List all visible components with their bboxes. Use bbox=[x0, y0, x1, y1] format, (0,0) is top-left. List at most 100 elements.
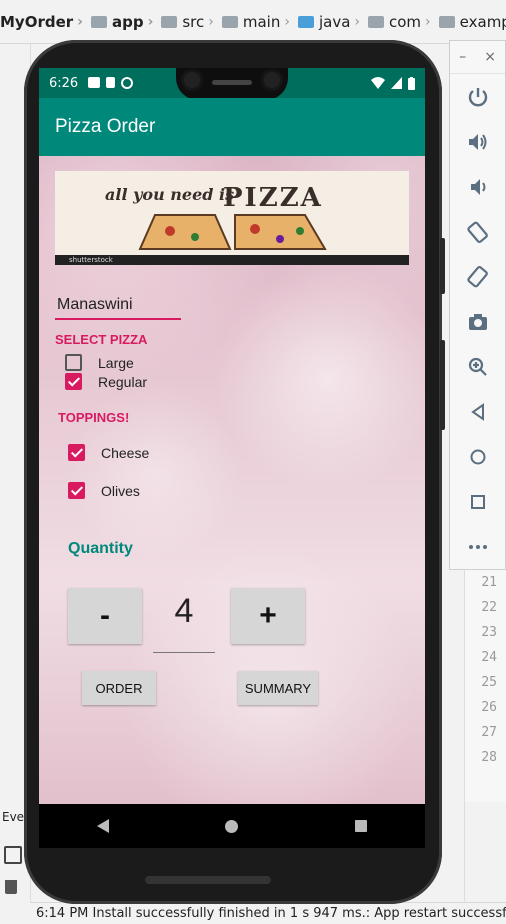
breadcrumb-label: java bbox=[318, 12, 351, 31]
line-number-gutter: 21 22 23 24 25 26 27 28 bbox=[464, 570, 506, 802]
sd-card-icon bbox=[106, 77, 116, 88]
line-number: 24 bbox=[481, 650, 497, 665]
back-button[interactable] bbox=[450, 389, 505, 434]
rotate-right-icon bbox=[466, 265, 488, 287]
nav-overview-icon[interactable] bbox=[354, 820, 367, 832]
android-nav-bar bbox=[39, 804, 425, 848]
nav-back-icon[interactable] bbox=[97, 819, 110, 833]
source-folder-icon bbox=[297, 15, 314, 28]
folder-icon bbox=[221, 15, 238, 28]
package-icon bbox=[438, 15, 455, 28]
volume-up-button[interactable] bbox=[450, 119, 505, 164]
camera-notch bbox=[176, 68, 288, 100]
breadcrumb-item-myorder[interactable]: MyOrder › bbox=[0, 13, 87, 31]
toppings-label: TOPPINGS! bbox=[58, 410, 130, 425]
zoom-icon bbox=[468, 357, 487, 376]
chevron-right-icon: › bbox=[77, 13, 83, 30]
power-button[interactable] bbox=[450, 74, 505, 119]
emulator-toolbar: – × bbox=[449, 40, 506, 570]
checkbox-checked-icon bbox=[68, 482, 85, 499]
line-number: 26 bbox=[481, 700, 497, 715]
line-number: 23 bbox=[481, 625, 497, 640]
more-button[interactable] bbox=[450, 524, 505, 569]
front-camera-icon bbox=[264, 72, 280, 88]
home-icon bbox=[470, 449, 485, 464]
screenshot-button[interactable] bbox=[450, 299, 505, 344]
decrement-button[interactable]: - bbox=[68, 588, 142, 644]
ide-editor-area bbox=[464, 802, 506, 902]
topping-label: Cheese bbox=[101, 444, 150, 461]
front-camera-icon bbox=[184, 72, 200, 88]
bottom-speaker bbox=[145, 876, 271, 884]
nav-home-icon[interactable] bbox=[225, 819, 239, 833]
breadcrumb-label: example bbox=[459, 12, 506, 31]
app-bar: Pizza Order bbox=[39, 98, 425, 156]
signal-icon bbox=[391, 77, 402, 89]
name-field[interactable] bbox=[55, 292, 181, 320]
checkbox-checked-icon bbox=[65, 373, 82, 390]
volume-down-button[interactable] bbox=[450, 164, 505, 209]
chevron-right-icon: › bbox=[208, 13, 214, 30]
home-button[interactable] bbox=[450, 434, 505, 479]
size-label: Regular bbox=[98, 373, 148, 390]
size-large-checkbox[interactable]: Large bbox=[65, 354, 134, 371]
module-folder-icon bbox=[90, 15, 107, 28]
breadcrumb-item-com[interactable]: com › bbox=[368, 13, 435, 31]
topping-olives-checkbox[interactable]: Olives bbox=[68, 482, 140, 499]
sync-icon bbox=[121, 77, 134, 89]
breadcrumb-label: src bbox=[182, 12, 205, 31]
folder-icon bbox=[161, 15, 178, 28]
overview-icon bbox=[470, 494, 485, 509]
gmail-icon bbox=[88, 77, 101, 88]
trash-icon[interactable] bbox=[5, 880, 17, 894]
line-number: 22 bbox=[481, 600, 497, 615]
breadcrumb-item-main[interactable]: main › bbox=[221, 12, 294, 31]
minimize-icon[interactable]: – bbox=[459, 49, 466, 65]
order-button[interactable]: ORDER bbox=[82, 671, 156, 705]
chevron-right-icon: › bbox=[147, 13, 154, 30]
line-number: 21 bbox=[481, 575, 497, 590]
pizza-illustration bbox=[138, 214, 327, 250]
size-label: Large bbox=[98, 354, 134, 371]
size-regular-checkbox[interactable]: Regular bbox=[65, 373, 147, 390]
status-time: 6:26 bbox=[49, 75, 79, 91]
power-icon bbox=[468, 87, 487, 106]
earpiece-speaker bbox=[212, 80, 252, 85]
watermark-footer: shutterstock bbox=[55, 255, 409, 265]
volume-up-icon bbox=[468, 133, 486, 150]
back-icon bbox=[470, 402, 484, 421]
breadcrumb-item-java[interactable]: java › bbox=[297, 12, 364, 31]
ide-status-message: 6:14 PM Install successfully finished in… bbox=[30, 902, 506, 924]
breadcrumb-label: main bbox=[242, 12, 281, 31]
quantity-label: Quantity bbox=[68, 540, 133, 557]
breadcrumb-label: com bbox=[389, 12, 422, 31]
chevron-right-icon: › bbox=[425, 13, 431, 30]
breadcrumb-item-src[interactable]: src › bbox=[161, 13, 218, 31]
more-icon bbox=[468, 544, 487, 549]
volume-side-button bbox=[440, 340, 445, 430]
checkbox-icon[interactable] bbox=[4, 846, 22, 864]
increment-button[interactable]: + bbox=[231, 588, 305, 644]
rotate-left-button[interactable] bbox=[450, 209, 505, 254]
checkbox-unchecked-icon bbox=[65, 354, 82, 371]
wifi-icon bbox=[371, 77, 385, 89]
overview-button[interactable] bbox=[450, 479, 505, 524]
volume-down-icon bbox=[470, 178, 485, 195]
chevron-right-icon: › bbox=[284, 13, 290, 30]
topping-cheese-checkbox[interactable]: Cheese bbox=[68, 444, 149, 461]
camera-icon bbox=[468, 313, 487, 330]
pizza-banner-image: all you need is PIZZA shutterstock bbox=[55, 171, 409, 265]
quantity-value: 4 bbox=[153, 592, 215, 653]
breadcrumb-item-example[interactable]: example bbox=[438, 12, 506, 31]
phone-screen: 6:26 Pizza Order all you need is PIZZA s… bbox=[39, 68, 425, 804]
line-number: 28 bbox=[481, 750, 497, 765]
close-icon[interactable]: × bbox=[484, 49, 496, 65]
summary-button[interactable]: SUMMARY bbox=[238, 671, 318, 705]
app-title: Pizza Order bbox=[55, 116, 156, 137]
breadcrumb-label: MyOrder bbox=[0, 12, 74, 31]
breadcrumb-item-app[interactable]: app › bbox=[90, 13, 157, 31]
line-number: 25 bbox=[481, 675, 497, 690]
zoom-button[interactable] bbox=[450, 344, 505, 389]
rotate-right-button[interactable] bbox=[450, 254, 505, 299]
power-side-button bbox=[440, 238, 445, 294]
